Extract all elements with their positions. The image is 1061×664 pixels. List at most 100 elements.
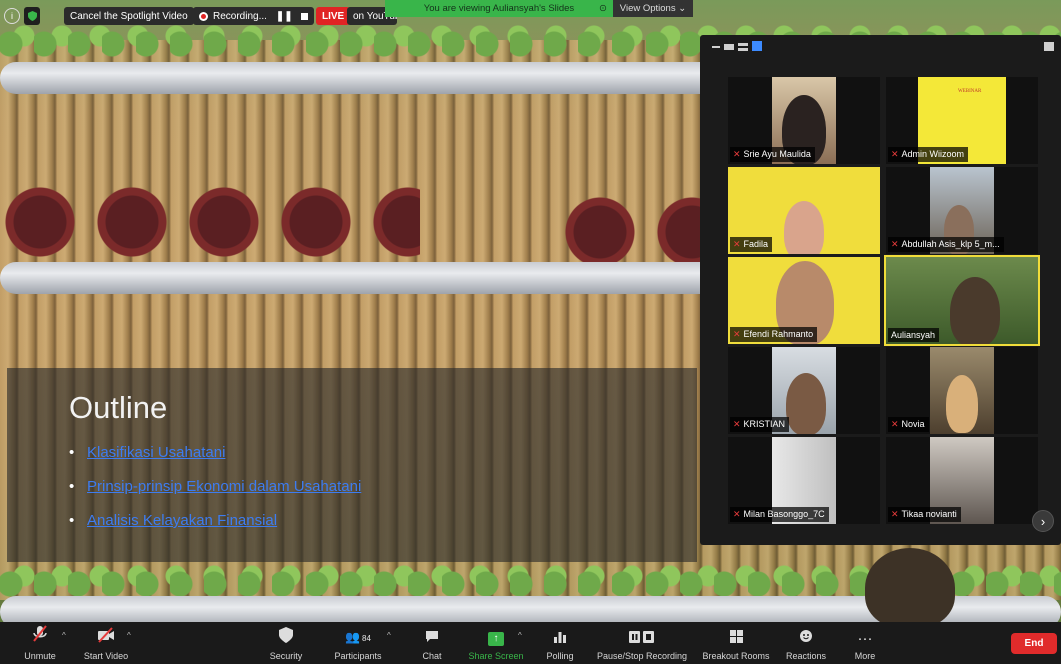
muted-mic-icon: ✕ — [891, 149, 899, 159]
muted-mic-icon: ✕ — [891, 509, 899, 519]
gallery-view-icon[interactable] — [752, 41, 762, 51]
share-screen-label: Share Screen — [468, 651, 524, 661]
participant-name-label: ✕ Srie Ayu Maulida — [730, 147, 815, 162]
spotlight-video-person — [865, 548, 955, 622]
muted-mic-icon: ✕ — [733, 509, 741, 519]
shield-icon — [279, 627, 293, 648]
security-label: Security — [269, 651, 303, 661]
participant-figure — [946, 375, 978, 433]
breakout-rooms-button[interactable]: Breakout Rooms — [701, 622, 771, 664]
video-off-icon — [97, 627, 115, 648]
chat-button[interactable]: Chat — [420, 622, 444, 664]
participant-tile[interactable]: ✕ Fadila — [728, 167, 880, 254]
participants-button[interactable]: 👥 84 Participants ^ — [333, 622, 390, 664]
participant-tile[interactable]: ✕ Srie Ayu Maulida — [728, 77, 880, 164]
participant-figure — [786, 373, 826, 434]
slide-title: Outline — [69, 390, 168, 425]
pause-stop-recording-button[interactable]: Pause/Stop Recording — [596, 622, 688, 664]
exit-fullscreen-icon[interactable] — [1044, 42, 1054, 51]
pause-stop-icon — [629, 630, 655, 648]
participant-name-label: ✕ Tikaa novianti — [888, 507, 961, 522]
gallery-view-panel: ✕ Srie Ayu Maulida WEBINAR ✕ Admin Wiizoom… — [700, 35, 1061, 545]
meeting-toolbar: Unmute ^ Start Video ^ Security 👥 84 Part… — [0, 622, 1061, 664]
participants-options-chevron-icon[interactable]: ^ — [387, 631, 391, 640]
audio-options-chevron-icon[interactable]: ^ — [62, 631, 66, 640]
recording-dot-icon — [199, 11, 208, 21]
bullet-link-klasifikasi[interactable]: Klasifikasi Usahatani — [87, 444, 225, 461]
pause-recording-label: Pause/Stop Recording — [596, 651, 688, 661]
muted-mic-icon: ✕ — [733, 419, 741, 429]
reactions-button[interactable]: Reactions — [784, 622, 828, 664]
minimize-icon[interactable] — [712, 46, 720, 48]
gallery-controls — [700, 35, 1061, 59]
smiley-plus-icon — [799, 629, 813, 648]
reactions-label: Reactions — [785, 651, 827, 661]
participant-figure — [950, 277, 1000, 344]
muted-microphone-icon — [32, 625, 48, 648]
participant-name-label: ✕ Milan Basonggo_7C — [730, 507, 829, 522]
cancel-spotlight-button[interactable]: Cancel the Spotlight Video — [64, 7, 194, 25]
participant-name-label: Auliansyah — [888, 328, 940, 342]
start-video-button[interactable]: Start Video ^ — [81, 622, 131, 664]
more-button[interactable]: ··· More — [852, 622, 878, 664]
security-button[interactable]: Security — [266, 622, 306, 664]
live-badge[interactable]: LIVE — [316, 7, 351, 25]
participant-tile[interactable]: ✕ Milan Basonggo_7C — [728, 437, 880, 524]
bullet-link-prinsip[interactable]: Prinsip-prinsip Ekonomi dalam Usahatani — [87, 478, 361, 495]
view-options-button[interactable]: View Options ⌄ — [613, 0, 693, 17]
recording-indicator: Recording... ❚❚ — [193, 7, 314, 25]
share-screen-arrow-icon: ↑ — [488, 632, 504, 646]
viewing-banner: You are viewing Auliansyah's Slides ⊙ — [385, 0, 613, 17]
bar-chart-icon — [554, 630, 566, 648]
speaker-view-icon[interactable] — [738, 43, 748, 51]
recording-label: Recording... — [213, 10, 267, 22]
participant-tile-active-speaker[interactable]: Auliansyah — [884, 255, 1040, 346]
unmute-button[interactable]: Unmute ^ — [20, 622, 66, 664]
participant-tile[interactable]: WEBINAR ✕ Admin Wiizoom — [886, 77, 1038, 164]
end-meeting-button[interactable]: End — [1011, 633, 1057, 654]
muted-mic-icon: ✕ — [733, 239, 741, 249]
pause-recording-icon[interactable]: ❚❚ — [276, 11, 293, 22]
hide-video-icon[interactable] — [724, 44, 734, 50]
outline-panel: Outline • Klasifikasi Usahatani • Prinsip-… — [7, 368, 697, 562]
participant-tile[interactable]: ✕ Efendi Rahmanto — [728, 257, 880, 344]
participant-name-label: ✕ Admin Wiizoom — [888, 147, 969, 162]
share-screen-button[interactable]: ↑ Share Screen ^ — [466, 622, 526, 664]
participant-name-label: ✕ Abdullah Asis_klp 5_m... — [888, 237, 1004, 252]
video-options-chevron-icon[interactable]: ^ — [127, 631, 131, 640]
participants-count: 84 — [362, 634, 371, 643]
poster-text: WEBINAR — [958, 89, 982, 94]
participant-name-label: ✕ Novia — [888, 417, 929, 432]
participants-icon: 👥 84 — [345, 630, 371, 644]
muted-mic-icon: ✕ — [733, 329, 741, 339]
share-options-chevron-icon[interactable]: ^ — [518, 631, 522, 640]
chat-bubble-icon — [425, 630, 439, 648]
polling-button[interactable]: Polling — [545, 622, 575, 664]
next-page-chevron-icon[interactable]: › — [1032, 510, 1054, 532]
bullet-item: • Klasifikasi Usahatani — [69, 444, 226, 461]
participants-label: Participants — [334, 651, 382, 661]
banner-options-icon[interactable]: ⊙ — [599, 3, 607, 14]
muted-mic-icon: ✕ — [733, 149, 741, 159]
bullet-link-analisis[interactable]: Analisis Kelayakan Finansial — [87, 512, 277, 529]
participant-tile[interactable]: ✕ Abdullah Asis_klp 5_m... — [886, 167, 1038, 254]
muted-mic-icon: ✕ — [891, 239, 899, 249]
cancel-spotlight-label: Cancel the Spotlight Video — [70, 10, 188, 22]
viewing-banner-text: You are viewing Auliansyah's Slides — [423, 3, 575, 14]
red-lettuce-row — [0, 182, 420, 262]
info-icon[interactable]: i — [4, 8, 20, 24]
unmute-label: Unmute — [24, 651, 56, 661]
participant-name-label: ✕ Fadila — [730, 237, 773, 252]
participant-tile[interactable]: ✕ Tikaa novianti — [886, 437, 1038, 524]
participant-tile[interactable]: ✕ KRISTIAN — [728, 347, 880, 434]
encryption-shield-icon[interactable] — [24, 7, 40, 25]
start-video-label: Start Video — [83, 651, 129, 661]
participant-tile[interactable]: ✕ Novia — [886, 347, 1038, 434]
ellipsis-icon: ··· — [857, 630, 873, 647]
stop-recording-icon[interactable] — [300, 12, 308, 20]
breakout-rooms-label: Breakout Rooms — [702, 651, 770, 661]
red-lettuce-row-right — [560, 192, 710, 272]
chat-label: Chat — [422, 651, 442, 661]
bullet-item: • Analisis Kelayakan Finansial — [69, 512, 278, 529]
more-label: More — [854, 651, 876, 661]
